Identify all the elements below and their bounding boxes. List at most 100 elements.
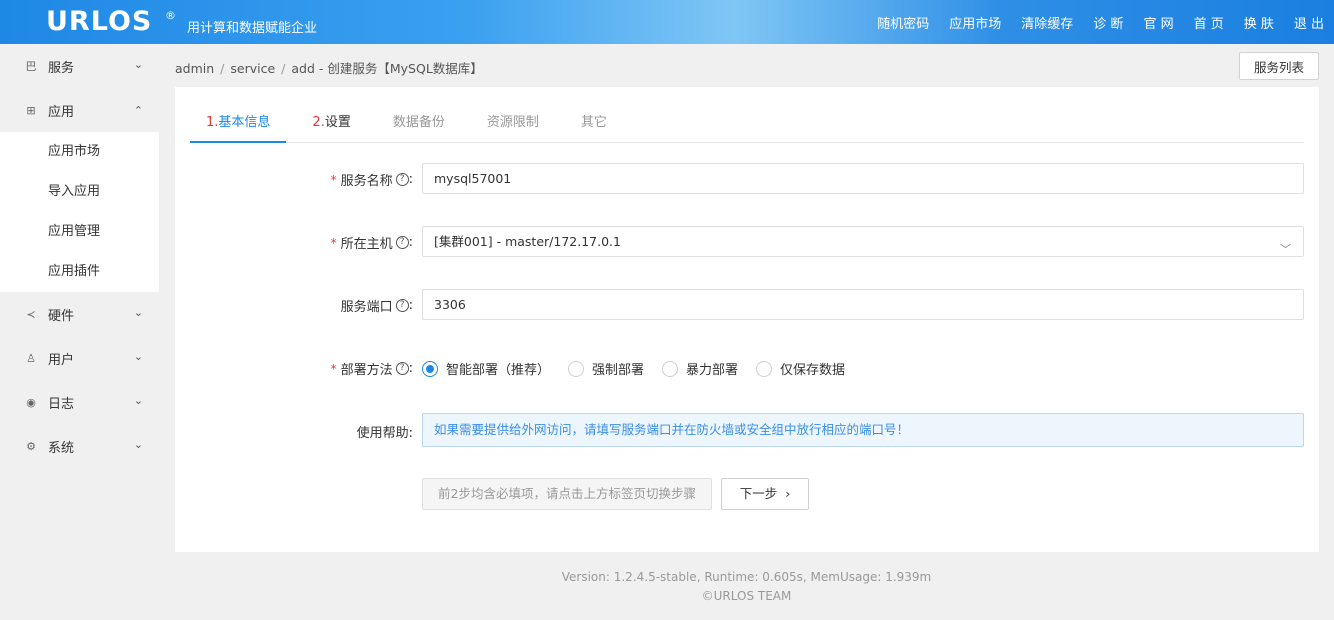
sidebar-item-label: 系统 xyxy=(48,440,75,456)
label-colon: : xyxy=(408,361,413,376)
chevron-right-icon: › xyxy=(785,486,791,501)
sidebar-item-users[interactable]: ♙ 用户 ⌄ xyxy=(0,336,159,380)
user-icon: ♙ xyxy=(26,351,36,365)
tab-step-number: 2. xyxy=(312,115,325,130)
help-circle-icon[interactable]: ? xyxy=(395,173,409,186)
sidebar-item-label: 服务 xyxy=(48,60,75,76)
radio-save-only[interactable]: 仅保存数据 xyxy=(756,359,845,378)
radio-label: 仅保存数据 xyxy=(780,363,846,378)
tab-basic-info[interactable]: 1.基本信息 xyxy=(190,105,287,143)
row-help: 使用帮助: 如果需要提供给外网访问，请填写服务端口并在防火墙或安全组中放行相应的… xyxy=(175,413,1319,447)
sidebar-subitem-import-app[interactable]: 导入应用 xyxy=(0,172,159,212)
service-name-input[interactable]: mysql57001 xyxy=(422,163,1304,194)
row-actions: 前2步均含必填项，请点击上方标签页切换步骤 下一步 › xyxy=(175,478,1319,510)
sidebar-item-label: 日志 xyxy=(48,396,75,412)
sidebar-item-label: 硬件 xyxy=(48,308,75,324)
sidebar-item-hardware[interactable]: ≺ 硬件 ⌄ xyxy=(0,292,159,336)
footer-version: Version: 1.2.4.5-stable, Runtime: 0.605s… xyxy=(561,570,932,584)
row-port: 服务端口?: 3306 xyxy=(175,289,1319,320)
nav-logout[interactable]: 退 出 xyxy=(1294,13,1324,32)
nav-clear-cache[interactable]: 清除缓存 xyxy=(1021,13,1073,32)
logo[interactable]: URLOS xyxy=(46,6,152,37)
tab-data-backup[interactable]: 数据备份 xyxy=(377,105,461,143)
nav-home[interactable]: 首 页 xyxy=(1194,13,1224,32)
required-hint-button: 前2步均含必填项，请点击上方标签页切换步骤 xyxy=(422,478,712,510)
host-select[interactable]: [集群001] - master/172.17.0.1 ﹀ xyxy=(422,226,1304,257)
radio-circle xyxy=(568,360,585,377)
help-label: 使用帮助: xyxy=(356,426,413,441)
host-label: * 所在主机?: xyxy=(331,233,413,252)
sidebar-item-system[interactable]: ⚙ 系统 ⌄ xyxy=(0,424,159,468)
help-circle-icon[interactable]: ? xyxy=(395,236,409,249)
apps-submenu: 应用市场 导入应用 应用管理 应用插件 xyxy=(0,132,159,292)
top-nav: 随机密码 应用市场 清除缓存 诊 断 官 网 首 页 换 肤 退 出 xyxy=(857,0,1324,44)
port-label: 服务端口?: xyxy=(341,296,413,315)
label-text: 所在主机 xyxy=(340,237,393,252)
tab-label: 基本信息 xyxy=(218,115,271,130)
help-circle-icon[interactable]: ? xyxy=(395,299,409,312)
label-text: 服务名称 xyxy=(340,174,393,189)
tab-settings[interactable]: 2.设置 xyxy=(296,105,366,143)
sidebar-subitem-app-manage[interactable]: 应用管理 xyxy=(0,212,159,252)
breadcrumb-separator: / xyxy=(220,61,225,76)
sidebar-item-label: 应用 xyxy=(48,104,75,120)
radio-circle xyxy=(422,360,438,377)
tab-resource-limits[interactable]: 资源限制 xyxy=(471,105,555,143)
label-text: 部署方法 xyxy=(340,363,393,378)
slogan: 用计算和数据赋能企业 xyxy=(187,21,318,36)
radio-smart-deploy[interactable]: 智能部署（推荐） xyxy=(422,359,550,378)
grid-icon: 巴 xyxy=(25,60,37,73)
gear-icon: ⚙ xyxy=(26,439,36,453)
nav-official-site[interactable]: 官 网 xyxy=(1143,13,1173,32)
deploy-label: * 部署方法?: xyxy=(331,359,413,378)
chevron-down-icon: ⌄ xyxy=(133,438,143,451)
radio-label: 暴力部署 xyxy=(686,363,739,378)
help-circle-icon[interactable]: ? xyxy=(395,362,409,375)
breadcrumb: admin / service / add - 创建服务【MySQL数据库】 xyxy=(175,58,483,77)
nav-diagnose[interactable]: 诊 断 xyxy=(1093,13,1123,32)
apps-icon: ⊞ xyxy=(26,103,36,117)
required-mark: * xyxy=(330,235,337,250)
required-mark: * xyxy=(330,172,337,187)
tab-label: 设置 xyxy=(324,115,351,130)
host-select-value: [集群001] - master/172.17.0.1 xyxy=(434,234,621,249)
next-step-button[interactable]: 下一步 › xyxy=(721,478,809,510)
sidebar-item-logs[interactable]: ◉ 日志 ⌄ xyxy=(0,380,159,424)
chevron-down-icon: ⌄ xyxy=(133,394,143,407)
radio-circle xyxy=(662,360,679,377)
breadcrumb-admin[interactable]: admin xyxy=(175,61,214,76)
breadcrumb-service[interactable]: service xyxy=(230,61,275,76)
radio-label: 强制部署 xyxy=(592,363,645,378)
row-host: * 所在主机?: [集群001] - master/172.17.0.1 ﹀ xyxy=(175,226,1319,257)
share-icon: ≺ xyxy=(26,307,36,321)
chevron-down-icon: ⌄ xyxy=(133,306,143,319)
sidebar-subitem-app-market[interactable]: 应用市场 xyxy=(0,132,159,172)
breadcrumb-separator: / xyxy=(281,61,286,76)
breadcrumb-title: - 创建服务【MySQL数据库】 xyxy=(314,61,483,76)
required-mark: * xyxy=(330,361,337,376)
sidebar-item-apps[interactable]: ⊞ 应用 ⌃ xyxy=(0,88,159,132)
sidebar-item-service[interactable]: 巴 服务 ⌄ xyxy=(0,44,159,88)
nav-random-password[interactable]: 随机密码 xyxy=(877,13,929,32)
radio-brute-deploy[interactable]: 暴力部署 xyxy=(662,359,738,378)
radio-label: 智能部署（推荐） xyxy=(446,363,551,378)
sidebar-item-label: 用户 xyxy=(48,352,75,368)
label-colon: : xyxy=(408,298,413,313)
chevron-down-icon: ﹀ xyxy=(1280,243,1291,256)
help-message: 如果需要提供给外网访问，请填写服务端口并在防火墙或安全组中放行相应的端口号！ xyxy=(422,413,1304,447)
chevron-up-icon: ⌃ xyxy=(133,104,143,117)
nav-change-skin[interactable]: 换 肤 xyxy=(1244,13,1274,32)
service-name-label: * 服务名称?: xyxy=(331,170,413,189)
port-input[interactable]: 3306 xyxy=(422,289,1304,320)
breadcrumb-add: add xyxy=(291,61,315,76)
footer-copyright: ©URLOS TEAM xyxy=(701,589,792,603)
tab-other[interactable]: 其它 xyxy=(565,105,623,143)
sidebar-subitem-app-plugins[interactable]: 应用插件 xyxy=(0,252,159,292)
nav-app-market[interactable]: 应用市场 xyxy=(949,13,1001,32)
radio-force-deploy[interactable]: 强制部署 xyxy=(568,359,644,378)
registered-mark: ® xyxy=(165,9,176,22)
service-list-button[interactable]: 服务列表 xyxy=(1239,52,1319,80)
row-deploy: * 部署方法?: 智能部署（推荐） 强制部署 暴力部署 仅保存数据 xyxy=(175,357,1319,378)
next-step-label: 下一步 xyxy=(739,486,778,501)
tab-step-number: 1. xyxy=(206,115,219,130)
